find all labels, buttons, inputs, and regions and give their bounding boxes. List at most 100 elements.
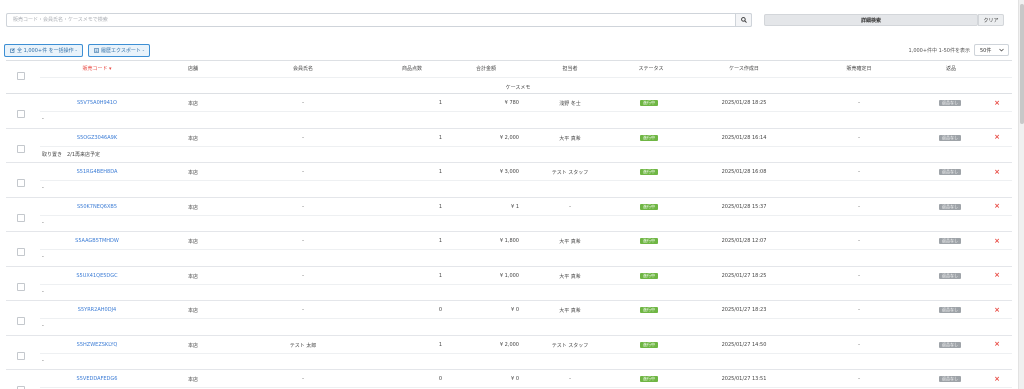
total-cell: ¥ 2,000 bbox=[499, 134, 519, 141]
case-memo: - bbox=[42, 219, 44, 226]
page-scrollbar[interactable] bbox=[1018, 0, 1024, 389]
confirmed-cell: - bbox=[858, 272, 860, 279]
column-header-memo: ケースメモ bbox=[505, 85, 531, 91]
row-checkbox[interactable] bbox=[17, 110, 25, 118]
row-checkbox[interactable] bbox=[17, 179, 25, 187]
sort-desc-icon: ▾ bbox=[109, 66, 112, 72]
total-cell: ¥ 780 bbox=[504, 100, 519, 106]
status-badge: 進行中 bbox=[640, 341, 658, 348]
export-label: 履歴エクスポート - bbox=[101, 48, 145, 54]
total-cell: ¥ 1,800 bbox=[499, 238, 519, 244]
delete-icon[interactable]: × bbox=[994, 99, 1000, 107]
total-cell: ¥ 0 bbox=[511, 307, 519, 313]
total-cell: ¥ 1 bbox=[511, 203, 519, 210]
column-header-status[interactable]: ステータス bbox=[638, 65, 663, 72]
row-checkbox[interactable] bbox=[17, 317, 25, 325]
confirmed-cell: - bbox=[858, 341, 860, 348]
store-cell: 本店 bbox=[187, 377, 199, 383]
memo-divider bbox=[40, 283, 1012, 285]
sales-code-link[interactable]: S5V75A0H941O bbox=[77, 100, 117, 106]
case-list-page: 詳細検索 クリア 全 1,000+件 を一括操作 - 履歴エクスポート - 1,… bbox=[0, 0, 1018, 389]
row-checkbox[interactable] bbox=[17, 144, 25, 153]
row-divider bbox=[6, 127, 1012, 129]
store-cell: 本店 bbox=[187, 239, 199, 245]
staff-cell: テスト スタッフ bbox=[551, 342, 589, 349]
items-cell: 1 bbox=[438, 134, 442, 141]
case-memo: - bbox=[42, 288, 44, 295]
total-cell: ¥ 1,000 bbox=[499, 272, 519, 279]
member-cell: - bbox=[302, 100, 304, 106]
status-badge: 進行中 bbox=[640, 272, 658, 279]
delete-icon[interactable]: × bbox=[994, 203, 1000, 210]
delete-icon[interactable]: × bbox=[994, 306, 1000, 314]
row-checkbox[interactable] bbox=[17, 213, 25, 222]
sales-code-link[interactable]: S5UX41QE5DGC bbox=[76, 273, 117, 279]
sales-code-link[interactable]: S5HZWEZSKLYQ bbox=[77, 342, 118, 348]
delete-icon[interactable]: × bbox=[994, 237, 1000, 245]
created-cell: 2025/01/28 15:37 bbox=[721, 203, 767, 210]
column-header-store[interactable]: 店舗 bbox=[188, 65, 198, 72]
staff-cell: 大平 真希 bbox=[559, 273, 581, 280]
member-cell: - bbox=[302, 307, 304, 313]
column-header-confirmed[interactable]: 販売確定日 bbox=[846, 65, 871, 72]
total-cell: ¥ 2,000 bbox=[499, 341, 519, 348]
created-cell: 2025/01/27 18:23 bbox=[721, 307, 767, 313]
bulk-action-label: 全 1,000+件 を一括操作 - bbox=[17, 48, 78, 54]
table-header-bottom-border bbox=[6, 93, 1012, 94]
status-badge: 進行中 bbox=[640, 134, 658, 141]
row-divider bbox=[6, 300, 1012, 301]
column-header-code-label: 販売コード bbox=[82, 66, 108, 72]
delete-icon[interactable]: × bbox=[994, 375, 1000, 383]
column-header-staff[interactable]: 担当者 bbox=[562, 65, 577, 72]
select-all-checkbox[interactable] bbox=[17, 72, 25, 80]
staff-cell: 大平 真希 bbox=[559, 308, 581, 314]
sales-code-link[interactable]: S50K7NEQ6XB5 bbox=[77, 204, 117, 210]
member-cell: - bbox=[302, 203, 304, 210]
row-divider bbox=[6, 334, 1012, 336]
scrollbar-thumb[interactable] bbox=[1020, 4, 1024, 124]
sales-code-link[interactable]: S5OGZ3046A9K bbox=[77, 135, 117, 141]
column-header-total[interactable]: 合計金額 bbox=[476, 65, 496, 72]
status-badge: 進行中 bbox=[640, 307, 658, 313]
sales-code-link[interactable]: S5VEDDAFEDG6 bbox=[77, 376, 118, 382]
store-cell: 本店 bbox=[187, 204, 199, 211]
row-divider bbox=[6, 162, 1012, 163]
sales-code-link[interactable]: S5AAGB5TMHDW bbox=[75, 238, 119, 244]
delete-icon[interactable]: × bbox=[994, 134, 1000, 141]
delete-icon[interactable]: × bbox=[994, 168, 1000, 176]
column-header-member[interactable]: 会員氏名 bbox=[293, 65, 313, 72]
bulk-action-button[interactable]: 全 1,000+件 を一括操作 - bbox=[4, 44, 84, 57]
column-header-items[interactable]: 商品点数 bbox=[402, 65, 422, 72]
items-cell: 1 bbox=[438, 341, 442, 348]
row-checkbox[interactable] bbox=[17, 248, 25, 256]
returns-badge: 返品なし bbox=[939, 238, 961, 244]
items-cell: 1 bbox=[438, 169, 442, 175]
delete-icon[interactable]: × bbox=[994, 272, 1000, 279]
confirmed-cell: - bbox=[858, 307, 860, 313]
sales-code-link[interactable]: S51RG4BEH8DA bbox=[77, 169, 118, 175]
items-cell: 1 bbox=[438, 203, 442, 210]
status-badge: 進行中 bbox=[640, 100, 658, 106]
confirmed-cell: - bbox=[858, 100, 860, 106]
case-memo: - bbox=[42, 323, 44, 329]
row-checkbox[interactable] bbox=[17, 351, 25, 360]
confirmed-cell: - bbox=[858, 203, 860, 210]
row-divider bbox=[6, 265, 1012, 267]
delete-icon[interactable]: × bbox=[994, 341, 1000, 348]
column-header-created[interactable]: ケース作成日 bbox=[729, 65, 759, 72]
returns-badge: 返品なし bbox=[939, 203, 961, 210]
column-header-code[interactable]: 販売コード ▾ bbox=[82, 65, 111, 72]
items-cell: 1 bbox=[438, 272, 442, 279]
search-button[interactable] bbox=[735, 13, 752, 27]
sales-code-link[interactable]: S5YRR2AH0DJ4 bbox=[78, 307, 116, 313]
memo-divider bbox=[40, 249, 1012, 250]
search-input[interactable] bbox=[7, 14, 727, 26]
clear-button[interactable]: クリア bbox=[978, 14, 1004, 26]
per-page-select[interactable]: 50件 bbox=[974, 44, 1009, 56]
column-header-returns[interactable]: 返品 bbox=[946, 65, 956, 72]
staff-cell: テスト スタッフ bbox=[551, 170, 589, 176]
row-checkbox[interactable] bbox=[17, 282, 25, 291]
advanced-search-button[interactable]: 詳細検索 bbox=[764, 14, 978, 26]
export-button[interactable]: 履歴エクスポート - bbox=[88, 44, 151, 57]
returns-badge: 返品なし bbox=[939, 100, 961, 106]
